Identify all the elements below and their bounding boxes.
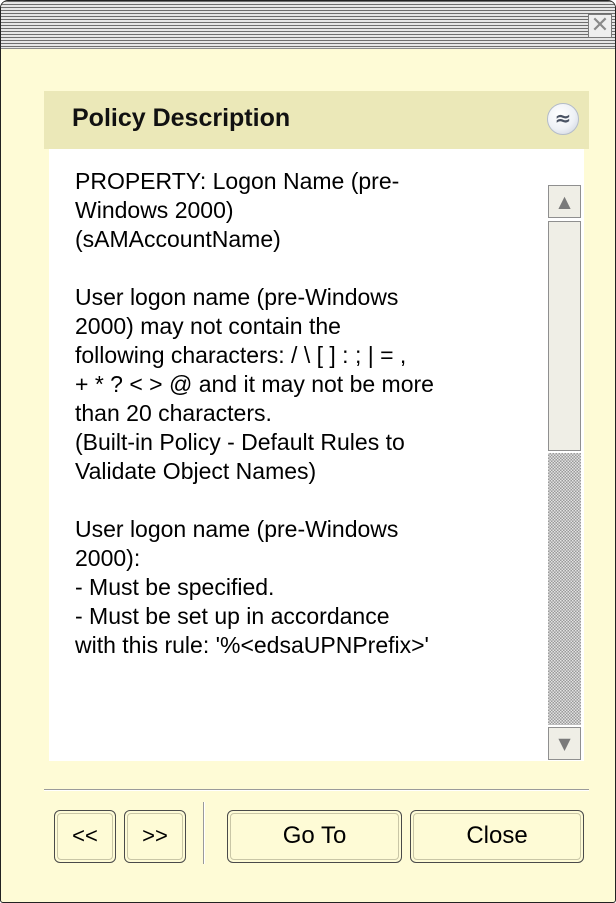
policy-description-text: PROPERTY: Logon Name (pre- Windows 2000)… <box>75 168 434 658</box>
next-button-label: >> <box>142 823 168 848</box>
window-close-button[interactable]: ✕ <box>588 14 612 38</box>
double-chevron-up-icon: ≈ <box>554 106 572 130</box>
go-to-button[interactable]: Go To <box>227 810 402 863</box>
go-to-button-label: Go To <box>282 822 347 849</box>
previous-button-label: << <box>72 823 98 848</box>
next-button[interactable]: >> <box>124 810 186 863</box>
horizontal-divider <box>44 789 589 791</box>
description-text-area[interactable]: PROPERTY: Logon Name (pre- Windows 2000)… <box>49 149 544 761</box>
scroll-up-button[interactable]: ▲ <box>548 185 581 218</box>
panel-title: Policy Description <box>72 104 291 132</box>
panel-header: Policy Description ≈ <box>44 91 589 149</box>
close-button[interactable]: Close <box>410 810 584 863</box>
scroll-down-button[interactable]: ▼ <box>548 727 581 760</box>
collapse-button[interactable]: ≈ <box>547 103 579 135</box>
arrow-up-icon: ▲ <box>558 192 571 211</box>
scroll-thumb[interactable] <box>548 221 581 451</box>
scroll-track[interactable] <box>548 453 581 725</box>
close-icon: ✕ <box>590 13 610 38</box>
vertical-scrollbar[interactable]: ▲ ▼ <box>544 149 584 761</box>
previous-button[interactable]: << <box>54 810 116 863</box>
policy-description-window: ✕ Policy Description ≈ PROPERTY: Logon N… <box>0 0 616 903</box>
title-bar[interactable]: ✕ <box>1 1 615 49</box>
close-button-label: Close <box>466 822 528 849</box>
vertical-divider <box>203 802 205 864</box>
policy-description-panel: Policy Description ≈ PROPERTY: Logon Nam… <box>44 91 589 761</box>
arrow-down-icon: ▼ <box>558 734 571 753</box>
